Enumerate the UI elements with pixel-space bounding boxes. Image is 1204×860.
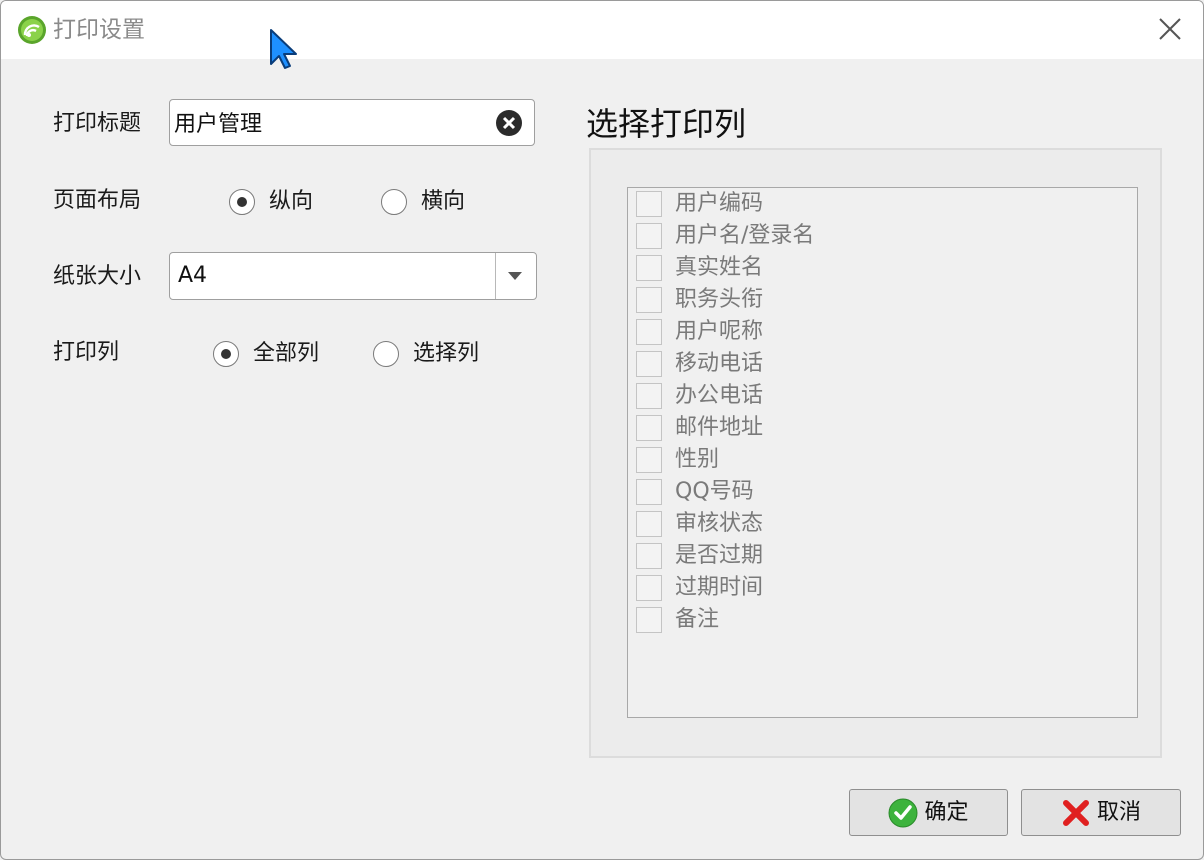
list-item-label: 邮件地址	[675, 415, 764, 440]
window-title: 打印设置	[53, 17, 145, 43]
close-icon	[1159, 18, 1181, 40]
list-item[interactable]: 用户编码	[636, 190, 763, 218]
checkbox[interactable]	[636, 287, 662, 313]
cancel-button[interactable]: 取消	[1021, 789, 1181, 836]
print-columns-label: 打印列	[53, 340, 120, 365]
checkbox[interactable]	[636, 479, 662, 505]
list-item[interactable]: 性别	[636, 446, 719, 474]
list-item[interactable]: 用户名/登录名	[636, 222, 814, 250]
checkbox[interactable]	[636, 383, 662, 409]
title-bar: 打印设置	[1, 1, 1203, 59]
radio-all-columns-label: 全部列	[253, 341, 320, 366]
list-item[interactable]: 用户呢称	[636, 318, 763, 346]
list-item-label: 用户名/登录名	[675, 223, 815, 248]
paper-size-dropdown-button[interactable]	[495, 253, 536, 299]
print-settings-dialog: 打印设置 打印标题 页面布局 纵向 横向 纸张大小 A4	[0, 0, 1204, 860]
list-item[interactable]: 邮件地址	[636, 414, 763, 442]
print-title-label: 打印标题	[53, 111, 142, 136]
list-item[interactable]: 过期时间	[636, 574, 763, 602]
list-item-label: 用户呢称	[675, 319, 764, 344]
list-item[interactable]: 办公电话	[636, 382, 763, 410]
paper-size-select[interactable]: A4	[169, 252, 537, 300]
mouse-cursor-icon	[270, 29, 297, 69]
column-checklist[interactable]: 用户编码 用户名/登录名 真实姓名 职务头衔 用户呢称 移动电话 办公电话 邮件…	[627, 187, 1138, 718]
radio-portrait-indicator[interactable]	[229, 189, 255, 215]
list-item[interactable]: 备注	[636, 606, 719, 634]
list-item-label: QQ号码	[675, 479, 754, 504]
list-item[interactable]: 审核状态	[636, 510, 763, 538]
checkbox[interactable]	[636, 191, 662, 217]
paper-size-value: A4	[178, 263, 208, 288]
list-item-label: 备注	[675, 607, 720, 632]
checkbox[interactable]	[636, 511, 662, 537]
cancel-button-label: 取消	[1096, 799, 1141, 825]
radio-portrait-label: 纵向	[269, 189, 314, 214]
radio-select-columns[interactable]: 选择列	[373, 339, 479, 369]
close-button[interactable]	[1151, 13, 1189, 47]
paper-size-label: 纸张大小	[53, 264, 142, 289]
list-item[interactable]: QQ号码	[636, 478, 754, 506]
radio-select-columns-indicator[interactable]	[373, 341, 399, 367]
list-item-label: 职务头衔	[675, 287, 764, 312]
list-item-label: 是否过期	[675, 543, 764, 568]
list-item-label: 性别	[675, 447, 720, 472]
checkbox[interactable]	[636, 319, 662, 345]
list-item-label: 过期时间	[675, 575, 764, 600]
print-title-input[interactable]	[174, 106, 484, 138]
list-item-label: 审核状态	[675, 511, 764, 536]
list-item[interactable]: 移动电话	[636, 350, 763, 378]
ok-button-label: 确定	[924, 799, 969, 825]
radio-portrait[interactable]: 纵向	[229, 187, 313, 217]
page-layout-label: 页面布局	[53, 188, 142, 213]
radio-select-columns-label: 选择列	[413, 341, 480, 366]
list-item[interactable]: 职务头衔	[636, 286, 763, 314]
check-circle-icon	[888, 798, 918, 827]
checkbox[interactable]	[636, 223, 662, 249]
radio-all-columns[interactable]: 全部列	[213, 339, 319, 369]
clear-icon[interactable]	[495, 109, 523, 137]
ok-button[interactable]: 确定	[849, 789, 1008, 836]
checkbox[interactable]	[636, 255, 662, 281]
x-mark-icon	[1062, 799, 1089, 826]
list-item-label: 移动电话	[675, 351, 764, 376]
radio-landscape[interactable]: 横向	[381, 187, 465, 217]
app-logo-icon	[18, 16, 46, 44]
list-item-label: 办公电话	[675, 383, 764, 408]
list-item[interactable]: 是否过期	[636, 542, 763, 570]
checkbox[interactable]	[636, 575, 662, 601]
radio-all-columns-indicator[interactable]	[213, 341, 239, 367]
checkbox[interactable]	[636, 543, 662, 569]
chevron-down-icon	[508, 272, 522, 280]
checkbox[interactable]	[636, 447, 662, 473]
list-item[interactable]: 真实姓名	[636, 254, 763, 282]
checkbox[interactable]	[636, 415, 662, 441]
checkbox[interactable]	[636, 351, 662, 377]
radio-landscape-indicator[interactable]	[381, 189, 407, 215]
list-item-label: 真实姓名	[675, 255, 764, 280]
list-item-label: 用户编码	[675, 191, 764, 216]
checkbox[interactable]	[636, 607, 662, 633]
column-picker-title: 选择打印列	[586, 105, 747, 143]
radio-landscape-label: 横向	[421, 189, 466, 214]
print-title-field	[169, 99, 535, 146]
